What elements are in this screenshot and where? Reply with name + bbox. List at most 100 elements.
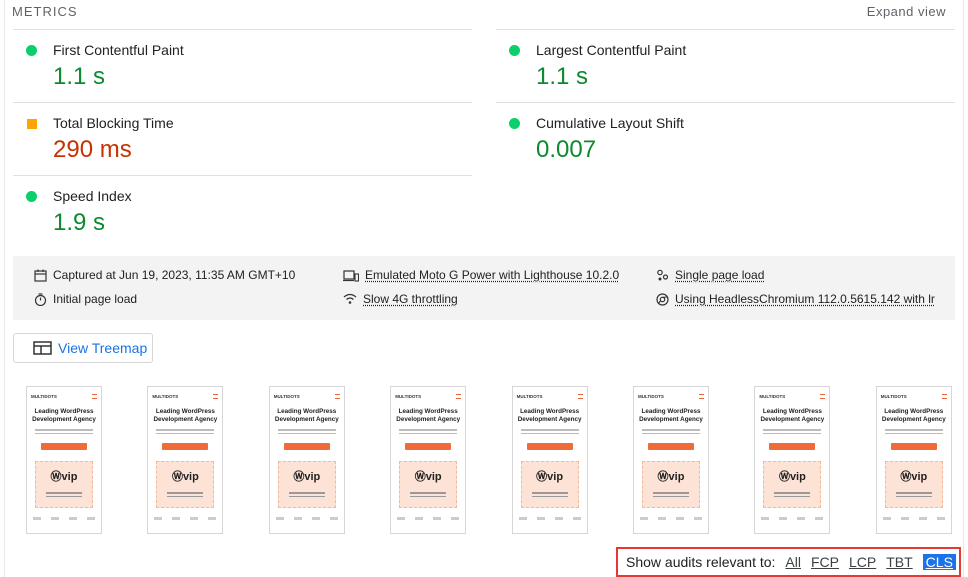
thumbnail-subtext	[399, 427, 458, 437]
menu-icon	[941, 394, 947, 399]
session-text: Single page load	[675, 268, 765, 282]
thumbnail-card: Ⓦvip	[520, 461, 579, 508]
thumbnail-card: Ⓦvip	[642, 461, 700, 508]
initial-load-text: Initial page load	[53, 292, 138, 306]
divider	[13, 102, 472, 103]
thumbnail-cta	[41, 443, 87, 450]
browser-text: Using HeadlessChromium 112.0.5615.142 wi…	[675, 292, 935, 306]
filmstrip-frame: MULTIDOTS Leading WordPress Development A…	[147, 386, 224, 534]
metric-value: 1.9 s	[53, 209, 106, 236]
treemap-icon	[33, 341, 52, 355]
network-throttling: Slow 4G throttling	[343, 292, 458, 306]
pass-indicator-icon	[26, 45, 37, 56]
average-indicator-icon	[27, 119, 37, 129]
filmstrip-frame: MULTIDOTS Leading WordPress Development A…	[511, 386, 588, 534]
session-type: Single page load	[656, 268, 764, 282]
emulated-device: Emulated Moto G Power with Lighthouse 10…	[343, 268, 619, 282]
metric-name: Speed Index	[53, 188, 132, 204]
thumbnail-subtext	[884, 427, 943, 437]
browser-info: Using HeadlessChromium 112.0.5615.142 wi…	[656, 292, 935, 306]
metric-value: 290 ms	[53, 136, 132, 163]
thumbnail-card: Ⓦvip	[156, 461, 215, 508]
metric-value: 1.1 s	[536, 63, 589, 90]
thumbnail-card: Ⓦvip	[35, 461, 93, 508]
captured-text: Captured at Jun 19, 2023, 11:35 AM GMT+1…	[53, 268, 296, 282]
thumbnail-headline: Leading WordPress Development Agency	[639, 408, 703, 423]
wp-vip-badge: Ⓦvip	[414, 471, 442, 483]
device-text: Emulated Moto G Power with Lighthouse 10…	[365, 268, 620, 282]
divider	[13, 175, 472, 176]
pass-indicator-icon	[509, 45, 520, 56]
menu-icon	[820, 394, 826, 399]
chrome-icon	[656, 292, 669, 306]
thumbnail-card: Ⓦvip	[399, 461, 458, 508]
site-logo: MULTIDOTS	[152, 394, 179, 399]
thumbnail-subtext	[156, 427, 215, 437]
site-logo: MULTIDOTS	[638, 394, 664, 399]
site-logo: MULTIDOTS	[880, 394, 907, 399]
view-treemap-button[interactable]: View Treemap	[13, 333, 153, 363]
site-logo: MULTIDOTS	[759, 394, 786, 399]
thumbnail-card: Ⓦvip	[277, 461, 336, 508]
run-info-box: Captured at Jun 19, 2023, 11:35 AM GMT+1…	[13, 256, 955, 320]
captured-at: Captured at Jun 19, 2023, 11:35 AM GMT+1…	[34, 268, 295, 282]
thumbnail-cta	[648, 443, 694, 450]
filmstrip-frame: MULTIDOTS Leading WordPress Development A…	[26, 386, 102, 534]
menu-icon	[699, 394, 704, 399]
thumbnail-subtext	[763, 427, 822, 437]
wp-vip-badge: Ⓦvip	[50, 471, 78, 483]
thumbnail-subtext	[35, 427, 93, 437]
divider	[13, 29, 472, 30]
site-logo: MULTIDOTS	[31, 394, 57, 399]
timer-icon	[34, 292, 47, 306]
thumbnail-cta	[769, 443, 816, 450]
menu-icon	[456, 394, 462, 399]
divider	[496, 29, 955, 30]
divider	[496, 102, 955, 103]
thumbnail-headline: Leading WordPress Development Agency	[517, 408, 582, 423]
thumbnail-subtext	[642, 427, 700, 437]
thumbnail-headline: Leading WordPress Development Agency	[32, 408, 96, 423]
thumbnail-footer-logos	[882, 517, 945, 520]
pass-indicator-icon	[509, 118, 520, 129]
thumbnail-footer-logos	[33, 517, 95, 520]
filmstrip-frame: MULTIDOTS Leading WordPress Development A…	[268, 386, 345, 534]
people-icon	[657, 269, 669, 280]
filter-tbt[interactable]: TBT	[886, 554, 912, 570]
thumbnail-headline: Leading WordPress Development Agency	[153, 408, 218, 423]
thumbnail-footer-logos	[640, 517, 702, 520]
thumbnail-footer-logos	[275, 517, 338, 520]
wp-vip-badge: Ⓦvip	[657, 471, 685, 483]
devices-icon	[343, 269, 359, 282]
site-logo: MULTIDOTS	[273, 394, 300, 399]
menu-icon	[92, 394, 97, 399]
metric-name: Largest Contentful Paint	[536, 42, 687, 58]
pass-indicator-icon	[26, 191, 37, 202]
filter-cls[interactable]: CLS	[922, 554, 956, 570]
wp-vip-badge: Ⓦvip	[900, 471, 928, 483]
metric-value: 1.1 s	[53, 63, 106, 90]
filmstrip-frame: MULTIDOTS Leading WordPress Development A…	[875, 386, 952, 534]
throttling-text: Slow 4G throttling	[363, 292, 458, 306]
treemap-label: View Treemap	[58, 340, 148, 356]
wifi-icon	[343, 293, 357, 304]
menu-icon	[213, 394, 219, 399]
wp-vip-badge: Ⓦvip	[536, 471, 564, 483]
thumbnail-headline: Leading WordPress Development Agency	[881, 408, 946, 423]
wp-vip-badge: Ⓦvip	[293, 471, 321, 483]
expand-view-link[interactable]: Expand view	[867, 4, 946, 19]
filter-lcp[interactable]: LCP	[849, 554, 876, 570]
initial-page-load: Initial page load	[34, 292, 137, 306]
audit-filter: Show audits relevant to: All FCP LCP TBT…	[616, 547, 961, 577]
metric-name: Cumulative Layout Shift	[536, 115, 684, 131]
filter-fcp[interactable]: FCP	[811, 554, 839, 570]
filmstrip-frame: MULTIDOTS Leading WordPress Development A…	[633, 386, 709, 534]
audit-filter-label: Show audits relevant to:	[626, 554, 776, 570]
thumbnail-card: Ⓦvip	[763, 461, 822, 508]
thumbnail-footer-logos	[761, 517, 824, 520]
site-logo: MULTIDOTS	[395, 394, 422, 399]
filter-all[interactable]: All	[785, 554, 801, 570]
section-title: METRICS	[12, 4, 78, 19]
metric-value: 0.007	[536, 136, 597, 163]
thumbnail-subtext	[277, 427, 336, 437]
